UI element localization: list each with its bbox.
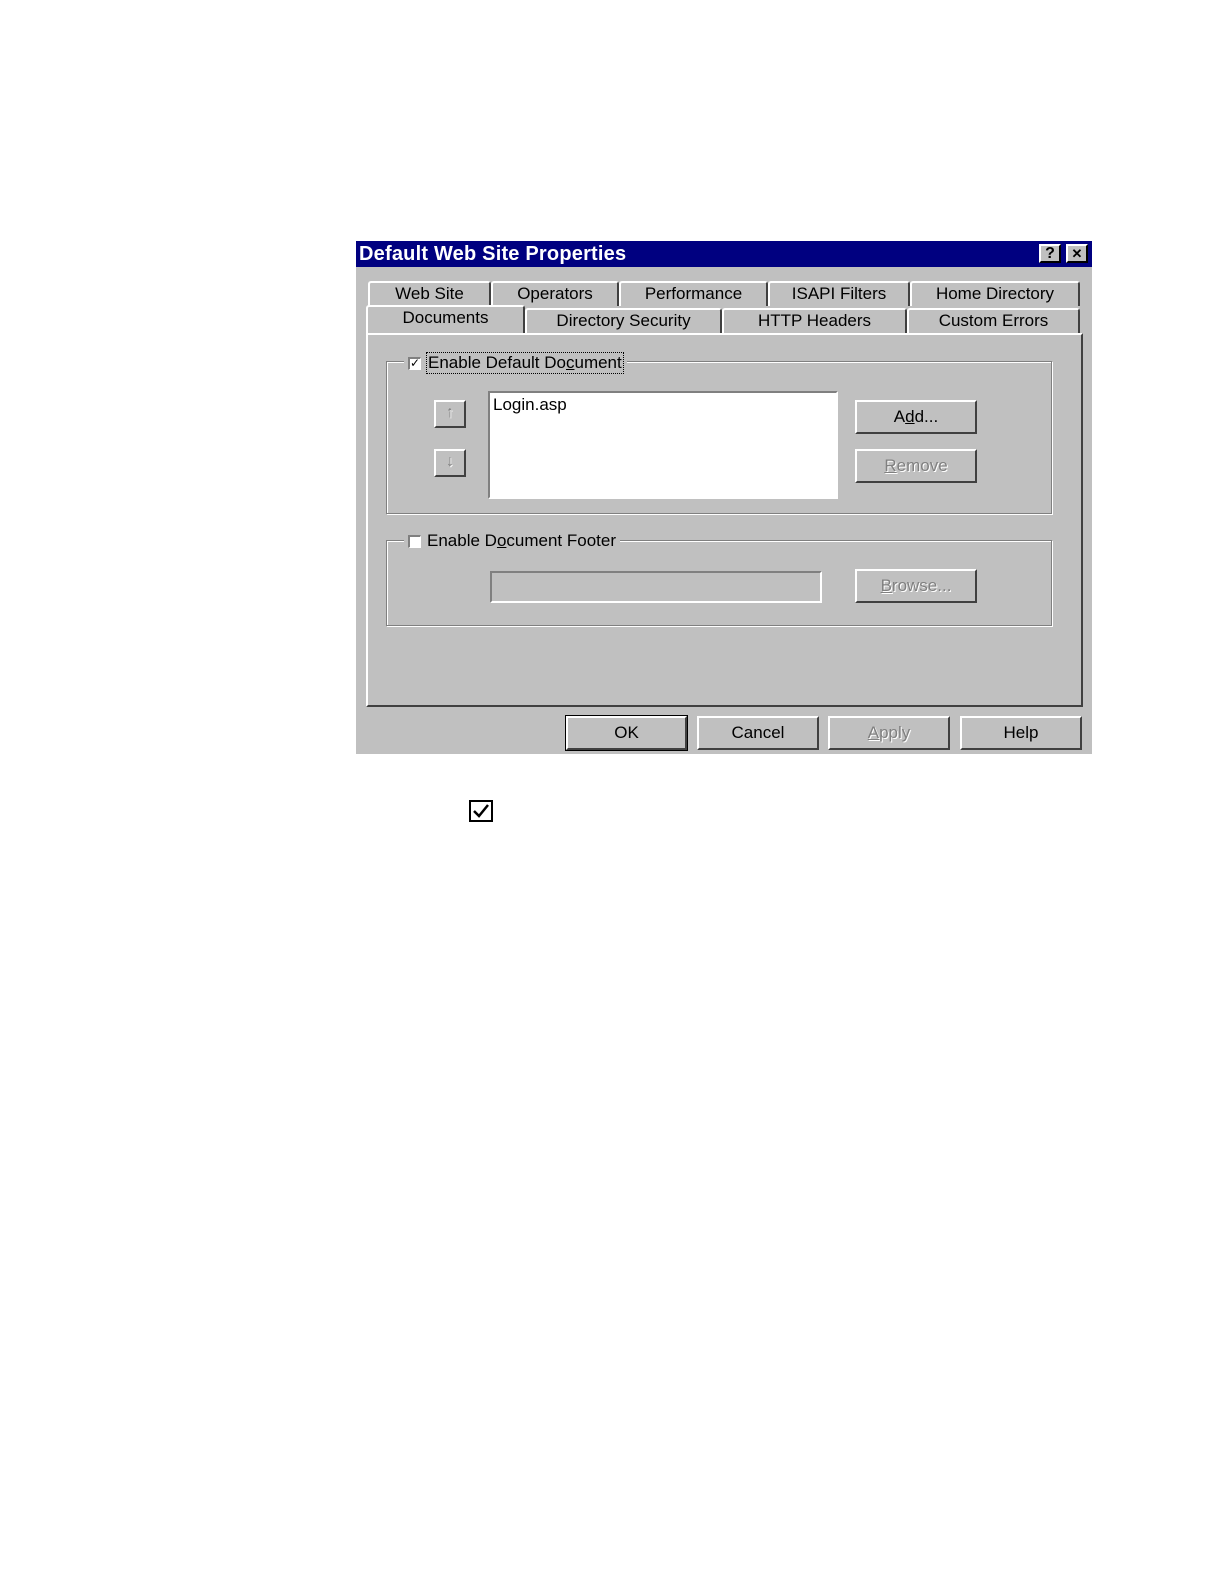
tab-home-directory[interactable]: Home Directory (910, 281, 1080, 306)
check-box-icon (469, 800, 493, 822)
tab-performance[interactable]: Performance (619, 281, 768, 306)
tab-operators[interactable]: Operators (491, 281, 619, 306)
label-accelerator: o (496, 531, 507, 550)
help-glyph: ? (1045, 244, 1055, 262)
enable-document-footer-label: Enable Document Footer (427, 531, 616, 551)
list-item[interactable]: Login.asp (490, 393, 836, 417)
tab-label: HTTP Headers (757, 311, 872, 330)
tab-label: Home Directory (935, 284, 1055, 303)
tab-directory-security[interactable]: Directory Security (525, 308, 722, 333)
close-icon[interactable]: ✕ (1066, 244, 1088, 263)
enable-default-document-checkbox[interactable]: ✓ (408, 355, 421, 370)
enable-default-document[interactable]: ✓ Enable Default Document (404, 352, 627, 374)
label-part: pply (879, 723, 911, 742)
label-part: ument (574, 353, 622, 372)
label-part: cument Footer (506, 531, 617, 550)
label-part: Enable Default Do (428, 353, 566, 372)
move-down-button[interactable]: ↓ (434, 449, 466, 477)
close-glyph: ✕ (1071, 245, 1083, 261)
enable-default-document-label: Enable Default Document (426, 352, 624, 374)
label-part: d... (914, 407, 939, 426)
label-accelerator: R (884, 456, 897, 475)
help-button[interactable]: Help (960, 716, 1082, 750)
label-part: A (893, 407, 906, 426)
enable-document-footer[interactable]: Enable Document Footer (404, 530, 621, 552)
tab-label: Operators (517, 284, 593, 303)
label-part: rowse... (891, 576, 952, 595)
remove-button[interactable]: Remove (855, 449, 977, 483)
label-part: Enable D (427, 531, 497, 550)
label-accelerator: d (905, 407, 915, 426)
help-icon[interactable]: ? (1039, 244, 1061, 263)
tab-label: Documents (402, 308, 489, 327)
window-title: Default Web Site Properties (359, 243, 627, 265)
apply-button[interactable]: Apply (828, 716, 950, 750)
title-bar[interactable]: Default Web Site Properties ? ✕ (356, 241, 1092, 267)
tab-http-headers[interactable]: HTTP Headers (722, 308, 907, 333)
tab-web-site[interactable]: Web Site (368, 281, 491, 306)
move-up-button[interactable]: ↑ (434, 400, 466, 428)
browse-button[interactable]: Browse... (855, 569, 977, 603)
arrow-down-icon: ↓ (446, 453, 454, 470)
tab-label: Directory Security (556, 311, 691, 330)
tab-custom-errors[interactable]: Custom Errors (907, 308, 1080, 333)
footer-path-input[interactable] (490, 571, 822, 603)
add-button[interactable]: Add... (855, 400, 977, 434)
tab-isapi-filters[interactable]: ISAPI Filters (768, 281, 910, 306)
label-accelerator: A (867, 723, 880, 742)
tab-label: Custom Errors (938, 311, 1049, 330)
tab-label: ISAPI Filters (791, 284, 887, 303)
tab-label: Performance (644, 284, 743, 303)
ok-button[interactable]: OK (565, 715, 688, 751)
tab-documents[interactable]: Documents (366, 305, 525, 333)
label-accelerator: B (880, 576, 892, 595)
default-documents-list[interactable]: Login.asp (488, 391, 838, 499)
enable-document-footer-checkbox[interactable] (408, 534, 421, 548)
cancel-button[interactable]: Cancel (697, 716, 819, 750)
check-mark-icon (473, 804, 489, 818)
arrow-up-icon: ↑ (446, 404, 454, 421)
tab-label: Web Site (395, 284, 464, 303)
label-part: emove (896, 456, 948, 475)
check-mark-icon: ✓ (410, 355, 421, 370)
